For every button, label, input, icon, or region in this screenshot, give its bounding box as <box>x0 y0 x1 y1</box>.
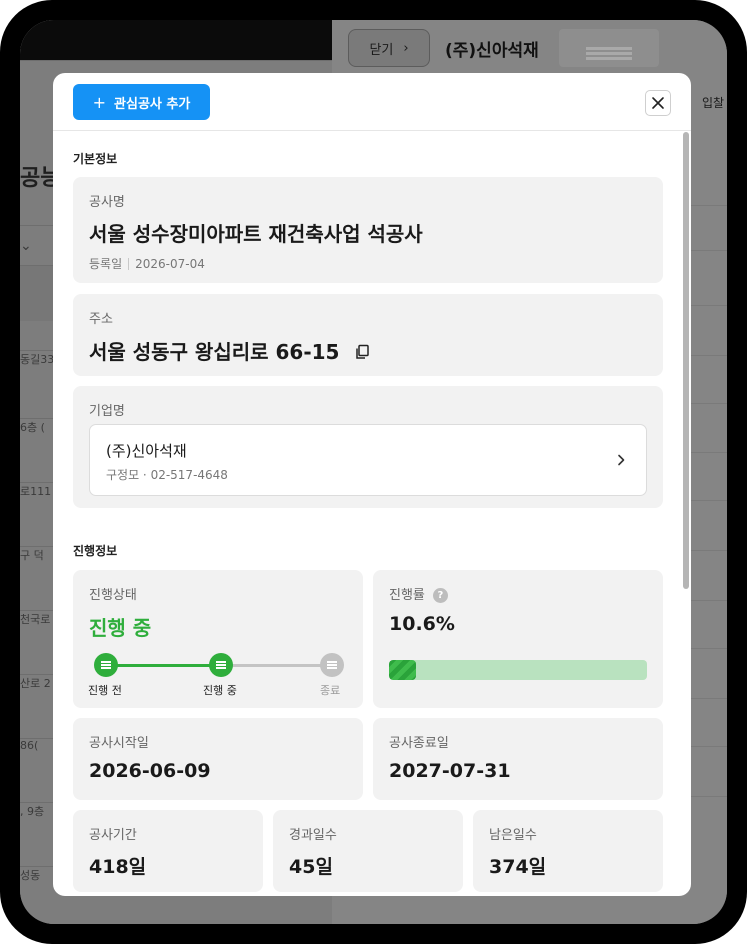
modal-body[interactable]: 기본정보 공사명 서울 성수장미아파트 재건축사업 석공사 등록일 2026-07… <box>53 132 691 896</box>
step-dot-end <box>320 653 344 677</box>
step-dot-ongoing <box>209 653 233 677</box>
chevron-right-icon <box>618 454 625 466</box>
registered-label: 등록일 <box>89 257 123 271</box>
progress-bar <box>389 660 647 680</box>
step-label-before: 진행 전 <box>88 684 122 697</box>
add-interest-project-label: 관심공사 추가 <box>114 96 191 112</box>
step-line-todo <box>221 664 333 667</box>
scrollbar[interactable] <box>681 132 691 896</box>
status-label: 진행상태 <box>89 588 137 603</box>
basic-info-title: 기본정보 <box>73 152 118 166</box>
registered-info: 등록일 2026-07-04 <box>89 255 205 272</box>
chevron-right-icon: › <box>403 40 409 56</box>
step-dot-before <box>94 653 118 677</box>
address-row: 서울 성동구 왕십리로 66-15 <box>89 336 370 365</box>
step-label-end: 종료 <box>320 684 341 697</box>
add-interest-project-button[interactable]: + 관심공사 추가 <box>73 84 210 120</box>
start-date-card: 공사시작일 2026-06-09 <box>73 718 363 800</box>
scrollbar-thumb[interactable] <box>683 132 689 589</box>
duration-value: 418일 <box>89 856 147 878</box>
company-label: 기업명 <box>89 404 125 419</box>
duration-label: 공사기간 <box>89 828 137 843</box>
progress-bar-fill <box>389 660 417 680</box>
project-name-label: 공사명 <box>89 195 125 210</box>
step-label-ongoing: 진행 중 <box>203 684 237 697</box>
end-date: 2027-07-31 <box>389 760 511 782</box>
copy-icon[interactable] <box>354 344 370 360</box>
close-icon <box>652 97 664 109</box>
elapsed-label: 경과일수 <box>289 828 337 843</box>
modal-header: + 관심공사 추가 <box>53 73 691 131</box>
rate-value: 10.6% <box>389 613 455 635</box>
company-link[interactable]: (주)신아석재 구정모 · 02-517-4648 <box>89 424 647 496</box>
company-logo <box>559 29 659 67</box>
progress-info-title: 진행정보 <box>73 544 118 558</box>
rate-card: 진행률? 10.6% <box>373 570 663 708</box>
elapsed-value: 45일 <box>289 856 333 878</box>
background-bid-tab[interactable]: 입찰 <box>702 94 724 111</box>
step-line-done <box>105 664 221 667</box>
address-value: 서울 성동구 왕십리로 66-15 <box>89 340 340 364</box>
background-close-button[interactable]: 닫기 › <box>348 29 430 67</box>
background-company-title: (주)신아석재 <box>445 41 539 61</box>
remaining-card: 남은일수 374일 <box>473 810 663 892</box>
end-date-label: 공사종료일 <box>389 736 449 751</box>
end-date-card: 공사종료일 2027-07-31 <box>373 718 663 800</box>
project-name: 서울 성수장미아파트 재건축사업 석공사 <box>89 222 423 246</box>
close-button[interactable] <box>645 90 671 116</box>
address-label: 주소 <box>89 312 113 327</box>
start-date-label: 공사시작일 <box>89 736 149 751</box>
remaining-label: 남은일수 <box>489 828 537 843</box>
screen: 공능 ⌄ 동길33, 6층 ( 로111 구 덕 천국로 산로 2 86( , … <box>20 20 727 924</box>
company-name: (주)신아석재 <box>106 442 187 460</box>
duration-card: 공사기간 418일 <box>73 810 263 892</box>
project-name-card: 공사명 서울 성수장미아파트 재건축사업 석공사 등록일 2026-07-04 <box>73 177 663 283</box>
address-card: 주소 서울 성동구 왕십리로 66-15 <box>73 294 663 376</box>
elapsed-card: 경과일수 45일 <box>273 810 463 892</box>
status-card: 진행상태 진행 중 진행 전 진행 중 종료 <box>73 570 363 708</box>
company-card: 기업명 (주)신아석재 구정모 · 02-517-4648 <box>73 386 663 508</box>
registered-date: 2026-07-04 <box>135 257 205 271</box>
rate-label-row: 진행률? <box>389 584 448 603</box>
project-detail-modal: + 관심공사 추가 기본정보 공사명 서울 성수장미아파트 재건축사업 석공사 … <box>53 73 691 896</box>
background-close-label: 닫기 <box>369 42 394 58</box>
start-date: 2026-06-09 <box>89 760 211 782</box>
remaining-value: 374일 <box>489 856 547 878</box>
rate-label: 진행률 <box>389 588 425 603</box>
status-value: 진행 중 <box>89 616 152 640</box>
device-frame: 공능 ⌄ 동길33, 6층 ( 로111 구 덕 천국로 산로 2 86( , … <box>0 0 747 944</box>
background-top-bar <box>20 20 332 60</box>
company-contact: 구정모 · 02-517-4648 <box>106 468 228 482</box>
help-icon[interactable]: ? <box>432 588 448 603</box>
plus-icon: + <box>92 92 107 112</box>
